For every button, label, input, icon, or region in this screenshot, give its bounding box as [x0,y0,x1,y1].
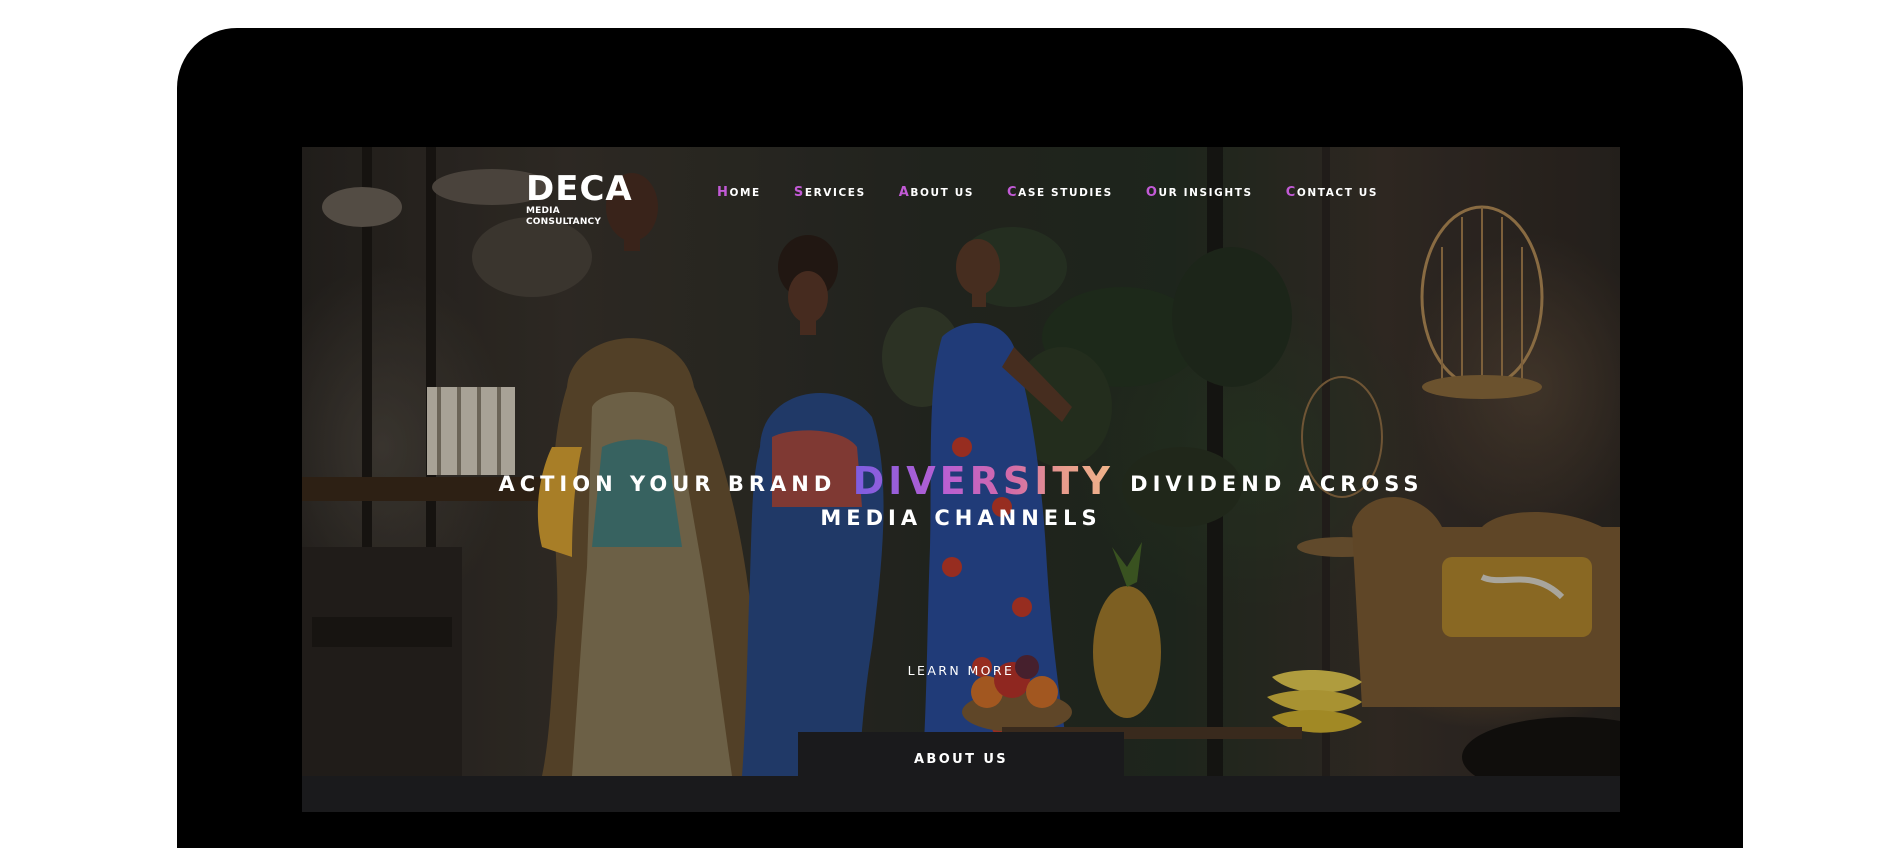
nav-item-contact-us[interactable]: CONTACT US [1286,185,1378,200]
nav-item-services[interactable]: SERVICES [794,185,866,200]
learn-more-link[interactable]: LEARN MORE [302,663,1620,678]
nav-item-label: BOUT US [910,186,974,199]
nav-item-case-studies[interactable]: CASE STUDIES [1007,185,1113,200]
about-us-tab[interactable]: ABOUT US [798,732,1124,812]
logo-subtitle: MEDIA CONSULTANCY [526,206,602,227]
nav-item-initial: A [898,184,911,200]
nav-item-our-insights[interactable]: OUR INSIGHTS [1146,185,1253,200]
nav-item-home[interactable]: HOME [717,185,761,200]
nav-item-initial: C [1006,184,1019,200]
nav-item-initial: H [717,184,730,200]
hero-section: DECA MEDIA CONSULTANCY HOME SERVICES ABO… [302,147,1620,776]
headline-suffix: DIVIDEND ACROSS [1130,472,1424,496]
nav-item-label: OME [729,186,761,199]
nav-item-initial: O [1145,184,1159,200]
nav-item-initial: S [793,184,805,200]
nav-item-about-us[interactable]: ABOUT US [899,185,974,200]
brand-logo[interactable]: DECA MEDIA CONSULTANCY [526,169,636,227]
logo-wordmark: DECA [526,169,633,209]
headline-prefix: ACTION YOUR BRAND [498,472,837,496]
main-navigation: HOME SERVICES ABOUT US CASE STUDIES OUR … [717,183,1378,201]
hero-headline-line2: MEDIA CHANNELS [820,506,1102,530]
headline-highlight: DIVERSITY [852,459,1114,503]
hero-headline: ACTION YOUR BRAND DIVERSITY DIVIDEND ACR… [302,459,1620,506]
nav-item-label: ASE STUDIES [1018,186,1113,199]
nav-item-initial: C [1285,184,1297,200]
website-screen: DECA MEDIA CONSULTANCY HOME SERVICES ABO… [302,147,1620,812]
nav-item-label: ERVICES [804,186,866,199]
nav-item-label: ONTACT US [1296,186,1379,199]
nav-item-label: UR INSIGHTS [1158,186,1253,199]
